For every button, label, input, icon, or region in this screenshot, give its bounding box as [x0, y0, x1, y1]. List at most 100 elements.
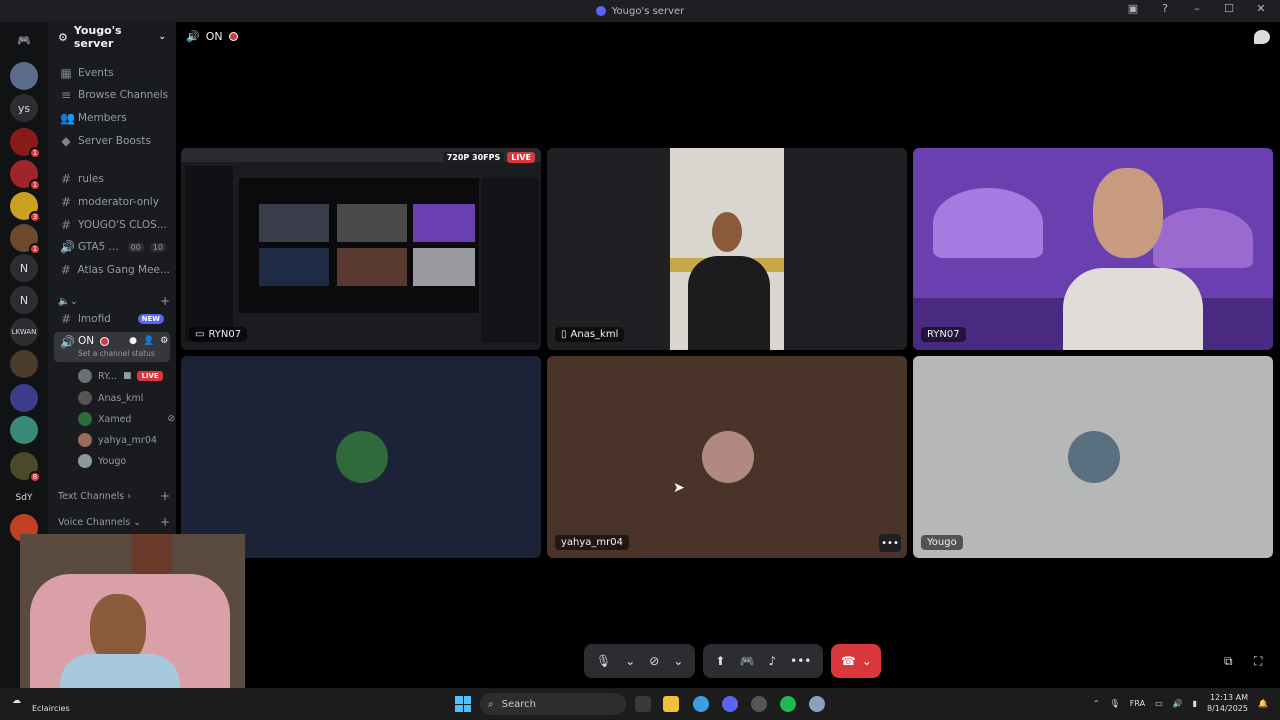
guild-sdy[interactable]: SdY	[10, 484, 38, 512]
minimize-button[interactable]: –	[1188, 2, 1206, 15]
battery-icon[interactable]: ▮	[1193, 699, 1197, 708]
more-options-button[interactable]: •••	[879, 534, 901, 552]
video-tile-anas[interactable]: ▯ Anas_kml	[547, 148, 907, 350]
guild-n1[interactable]: N	[10, 254, 38, 282]
clock[interactable]: 12:13 AM 8/14/2025	[1207, 692, 1248, 714]
hang-up-icon: ☎	[840, 654, 856, 668]
guild-1[interactable]	[10, 62, 38, 90]
guild-n2[interactable]: N	[10, 286, 38, 314]
maximize-button[interactable]: ☐	[1220, 2, 1238, 15]
channel-lmofid[interactable]: # lmofid NEW	[54, 309, 170, 329]
guild-5[interactable]: 3	[10, 192, 41, 223]
avatar	[1068, 431, 1120, 483]
voice-channel-on[interactable]: 🔊 ON ● 👤 ⚙ Set a channel status	[54, 332, 170, 362]
volume-icon[interactable]: 🔊	[1173, 699, 1183, 708]
pop-out-icon[interactable]: ⧉	[1224, 654, 1233, 669]
video-tile-xamed[interactable]	[181, 356, 541, 558]
weather-icon[interactable]: ☁	[12, 696, 21, 706]
title-bar: Yougo's server ▣ ? – ☐ ✕	[0, 0, 1280, 22]
guild-ys[interactable]: ys	[10, 94, 38, 122]
voice-user-xamed[interactable]: Xamed⊘⊘	[78, 410, 189, 428]
activities-icon[interactable]: 🎮	[739, 654, 754, 668]
discord-icon[interactable]	[722, 696, 738, 712]
network-icon[interactable]: ▭	[1155, 699, 1163, 708]
muted-icon: ⊘	[167, 414, 176, 424]
help-icon[interactable]: ?	[1156, 2, 1174, 15]
discord-home-icon[interactable]: 🎮	[10, 26, 38, 54]
chevron-up-icon[interactable]: ⌃	[1093, 699, 1100, 708]
chrome-icon[interactable]	[693, 696, 709, 712]
chevron-down-icon[interactable]: ⌄	[862, 654, 872, 668]
channel-atlas-gang[interactable]: # Atlas Gang Mee...	[54, 260, 170, 280]
phone-icon: ▯	[561, 329, 567, 340]
category-collapsed[interactable]: 🔈⌄ +	[58, 294, 170, 308]
guild-3[interactable]: 1	[10, 128, 41, 159]
nav-browse-channels[interactable]: ≡ Browse Channels	[54, 85, 170, 105]
record-dot-icon	[100, 336, 110, 346]
add-channel-icon[interactable]: +	[160, 489, 170, 503]
video-tile-yahya[interactable]: yahya_mr04 •••	[547, 356, 907, 558]
category-voice-channels[interactable]: Voice Channels ⌄ +	[58, 515, 170, 529]
voice-user-yougo[interactable]: Yougo	[78, 452, 126, 470]
inbox-icon[interactable]: ▣	[1124, 2, 1142, 15]
soundboard-icon[interactable]: ♪	[768, 654, 776, 668]
file-explorer-icon[interactable]	[663, 696, 679, 712]
camera-off-icon[interactable]: ⊘	[649, 654, 659, 668]
task-view-icon[interactable]	[635, 696, 651, 712]
guild-6[interactable]: 1	[10, 224, 41, 255]
folder-icon[interactable]	[10, 384, 38, 412]
close-button[interactable]: ✕	[1252, 2, 1270, 15]
chevron-down-icon[interactable]: ⌄	[673, 654, 683, 668]
avatar	[702, 431, 754, 483]
nav-events[interactable]: ▦ Events	[54, 63, 170, 83]
invite-icon[interactable]: 👤	[143, 336, 154, 346]
calendar-icon: ▦	[60, 66, 72, 80]
channel-yougos-clos[interactable]: # YOUGO'S CLOS...	[54, 215, 170, 235]
guild-13[interactable]: 8	[10, 452, 41, 483]
spotify-icon[interactable]	[780, 696, 796, 712]
speaker-icon: 🔊	[60, 240, 75, 254]
weather-label[interactable]: Eclaircies	[32, 704, 70, 713]
microphone-icon[interactable]: 🎙	[1110, 699, 1120, 708]
more-icon[interactable]: •••	[790, 654, 811, 668]
stream-live-tag: 720P 30FPS LIVE	[442, 152, 535, 163]
taskbar-search[interactable]: ⌕ Search	[480, 693, 626, 715]
video-tile-yougo[interactable]: Yougo	[913, 356, 1273, 558]
channel-gta5[interactable]: 🔊 GTA5 ... 00 10	[54, 237, 170, 257]
server-header[interactable]: ⚙ Yougo's server ⌄	[48, 22, 176, 52]
guild-4[interactable]: 1	[10, 160, 41, 191]
app-icon[interactable]	[751, 696, 767, 712]
chevron-down-icon[interactable]: ⌄	[625, 654, 635, 668]
nav-members[interactable]: 👥 Members	[54, 108, 170, 128]
voice-user-ryn[interactable]: RY... ■ LIVE	[78, 367, 163, 385]
settings-icon[interactable]: ⚙	[160, 336, 168, 346]
language-indicator[interactable]: FRA	[1130, 699, 1145, 708]
stream-tile-ryn07[interactable]: 720P 30FPS LIVE ▭ RYN07	[181, 148, 541, 350]
speaker-icon: 🔊	[186, 30, 200, 43]
channel-status[interactable]: Set a channel status	[78, 349, 168, 358]
microphone-icon[interactable]: 🎙	[596, 654, 611, 668]
channel-moderator-only[interactable]: # moderator-only	[54, 192, 170, 212]
notification-icon[interactable]: 🔔	[1258, 699, 1268, 708]
voice-user-yahya[interactable]: yahya_mr04	[78, 431, 157, 449]
screen-share-icon[interactable]: ⬆	[715, 654, 725, 668]
browse-icon: ≡	[60, 88, 72, 102]
guild-12[interactable]	[10, 416, 38, 444]
category-text-channels[interactable]: Text Channels › +	[58, 489, 170, 503]
start-button[interactable]	[455, 696, 471, 712]
chat-icon[interactable]	[1254, 30, 1270, 44]
guild-lkwan[interactable]: LKWAN	[10, 318, 38, 346]
video-tile-ryn07[interactable]: RYN07	[913, 148, 1273, 350]
add-channel-icon[interactable]: +	[160, 515, 170, 529]
channel-rules[interactable]: # rules	[54, 169, 170, 189]
settings-icon[interactable]	[809, 696, 825, 712]
disconnect-button[interactable]: ☎ ⌄	[831, 644, 882, 678]
voice-user-anas[interactable]: Anas_kml■	[78, 389, 188, 407]
chat-icon[interactable]: ●	[129, 336, 137, 346]
guild-10[interactable]	[10, 350, 38, 378]
avatar	[78, 454, 92, 468]
add-channel-icon[interactable]: +	[160, 294, 170, 308]
nav-server-boosts[interactable]: ◆ Server Boosts	[54, 131, 170, 151]
fullscreen-icon[interactable]: ⛶	[1254, 654, 1262, 669]
streamer-webcam-overlay	[20, 534, 245, 704]
